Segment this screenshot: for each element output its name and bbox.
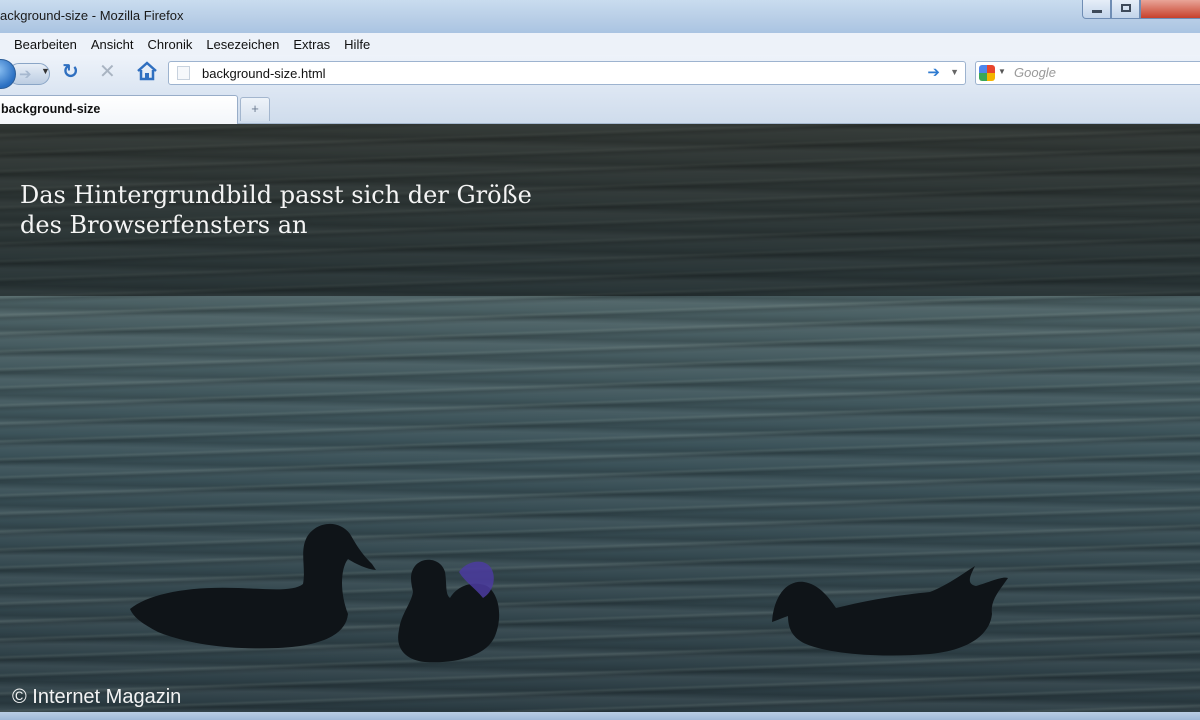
- menu-bearbeiten[interactable]: Bearbeiten: [14, 37, 77, 52]
- history-dropdown-icon[interactable]: ▼: [41, 66, 50, 76]
- menu-bar: Bearbeiten Ansicht Chronik Lesezeichen E…: [0, 33, 1200, 55]
- forward-icon: ➔: [19, 66, 32, 83]
- close-button[interactable]: [1140, 0, 1200, 19]
- page-headline: Das Hintergrundbild passt sich der Größe…: [20, 181, 532, 239]
- engine-dropdown-icon[interactable]: ▼: [998, 67, 1006, 76]
- url-dropdown-icon[interactable]: ▼: [950, 67, 959, 77]
- url-bar[interactable]: background-size.html ➔ ▼: [168, 61, 966, 85]
- tab-label: background-size: [1, 102, 101, 116]
- menu-lesezeichen[interactable]: Lesezeichen: [206, 37, 279, 52]
- new-tab-icon: +: [251, 101, 259, 116]
- menu-extras[interactable]: Extras: [293, 37, 330, 52]
- minimize-button[interactable]: [1082, 0, 1111, 19]
- menu-hilfe[interactable]: Hilfe: [344, 37, 370, 52]
- go-arrow-icon[interactable]: ➔: [927, 63, 940, 81]
- duck-silhouette-left: [130, 523, 376, 649]
- search-input[interactable]: [1014, 65, 1194, 80]
- minimize-icon: [1092, 10, 1102, 13]
- url-text[interactable]: background-size.html: [202, 66, 326, 81]
- menu-chronik[interactable]: Chronik: [148, 37, 193, 52]
- duck-silhouette-right: [772, 566, 1008, 656]
- maximize-icon: [1121, 4, 1131, 12]
- stop-icon[interactable]: ✕: [99, 60, 116, 84]
- title-bar: ackground-size - Mozilla Firefox: [0, 0, 1200, 33]
- reload-icon[interactable]: ↻: [62, 60, 79, 84]
- maximize-button[interactable]: [1111, 0, 1140, 19]
- window-controls: [1082, 0, 1200, 21]
- window-bottom-frame: [0, 712, 1200, 720]
- page-content: Das Hintergrundbild passt sich der Größe…: [0, 124, 1200, 712]
- search-bar[interactable]: ▼: [975, 61, 1200, 85]
- search-engine-icon[interactable]: [979, 65, 995, 81]
- duck-silhouette-middle: [398, 559, 500, 663]
- menu-ansicht[interactable]: Ansicht: [91, 37, 134, 52]
- page-favicon-icon: [177, 66, 190, 80]
- copyright-text: © Internet Magazin: [12, 686, 182, 708]
- home-icon[interactable]: [136, 60, 158, 88]
- tab-background-size[interactable]: background-size: [0, 95, 238, 124]
- window-title: ackground-size - Mozilla Firefox: [0, 8, 184, 23]
- new-tab-button[interactable]: +: [240, 97, 270, 121]
- tab-strip: background-size +: [0, 93, 1200, 124]
